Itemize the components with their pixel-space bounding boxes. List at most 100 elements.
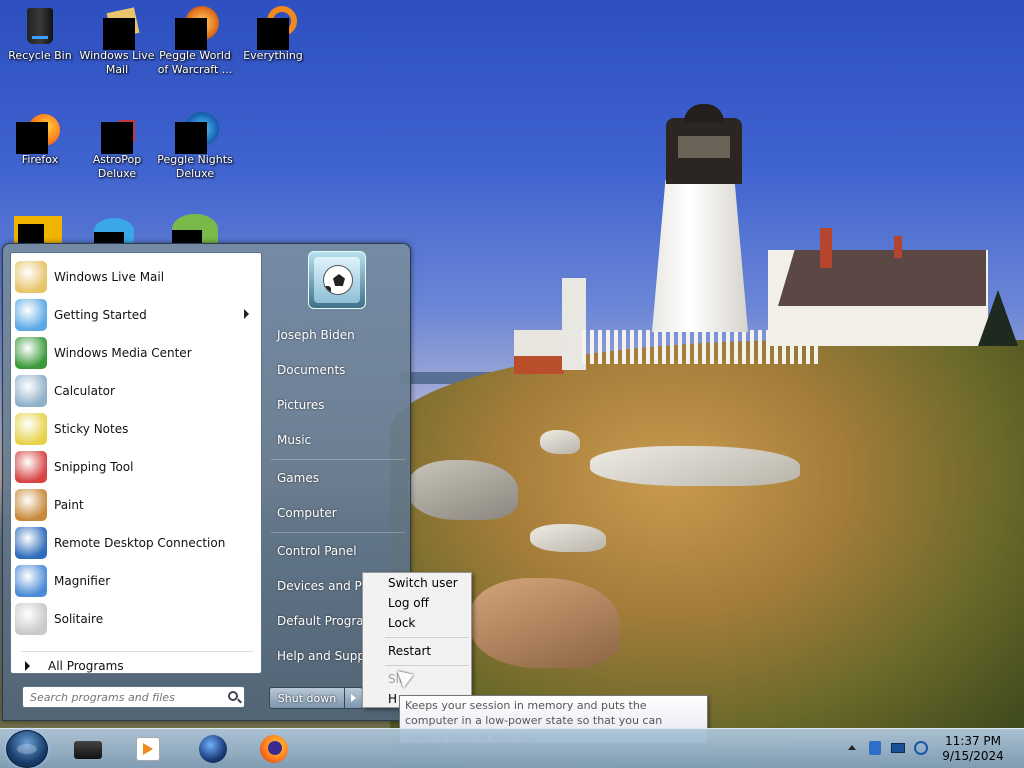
calculator-icon [15, 375, 47, 407]
snipping-tool-icon [15, 451, 47, 483]
program-item-snipping-tool[interactable]: Snipping Tool [13, 449, 259, 485]
shutdown-button[interactable]: Shut down [269, 687, 345, 709]
media-player-icon[interactable] [132, 733, 164, 765]
desktop-icon-partial[interactable] [172, 214, 218, 244]
magnifier-icon [15, 565, 47, 597]
program-label: Solitaire [54, 612, 104, 626]
program-item-sticky-notes[interactable]: Sticky Notes [13, 411, 259, 447]
program-item-remote-desktop-connection[interactable]: Remote Desktop Connection [13, 525, 259, 561]
user-avatar[interactable] [308, 251, 366, 309]
menu-item-switch-user[interactable]: Switch user [388, 573, 458, 593]
program-item-windows-media-center[interactable]: Windows Media Center [13, 335, 259, 371]
link-label: Computer [277, 506, 337, 520]
start-link-pictures[interactable]: Pictures [265, 389, 410, 421]
menu-item-hibernate[interactable]: H [388, 689, 397, 709]
network-icon[interactable] [891, 741, 905, 755]
firefox-icon [16, 110, 60, 154]
start-link-music[interactable]: Music [265, 424, 410, 456]
mail-icon [15, 261, 47, 293]
desktop-icon-label: Windows Live Mail [79, 49, 155, 76]
avatar-frame [314, 257, 360, 303]
show-hidden-icons-arrow[interactable] [845, 741, 859, 755]
desktop-icon-partial[interactable] [94, 218, 134, 244]
start-menu-programs-pane: Windows Live Mail Getting Started Windows … [10, 252, 262, 674]
program-label: Snipping Tool [54, 460, 134, 474]
start-link-documents[interactable]: Documents [265, 354, 410, 386]
desktop-icon-label: Recycle Bin [8, 49, 72, 62]
taskbar-clock[interactable]: 11:37 PM 9/15/2024 [930, 734, 1016, 764]
link-label: Documents [277, 363, 346, 377]
start-link-computer[interactable]: Computer [265, 497, 410, 529]
desktop-icon-label: Firefox [21, 153, 59, 166]
link-label: Pictures [277, 398, 325, 412]
wallpaper-lighthouse-cap [684, 104, 724, 122]
wallpaper-chimney [894, 236, 902, 258]
browser-icon[interactable] [197, 733, 229, 765]
sticky-notes-icon [15, 413, 47, 445]
submenu-arrow-icon [244, 309, 249, 319]
start-menu: Windows Live Mail Getting Started Windows … [2, 243, 411, 721]
menu-item-lock[interactable]: Lock [388, 613, 415, 633]
action-center-icon[interactable] [914, 741, 928, 755]
start-link-control-panel[interactable]: Control Panel [265, 535, 410, 567]
desktop-icon-peggle-wow[interactable]: Peggle World of Warcraft ... [155, 0, 235, 90]
desktop-icon-partial[interactable] [14, 216, 62, 244]
start-menu-separator [21, 651, 253, 652]
start-link-games[interactable]: Games [265, 462, 410, 494]
tray-app-icon[interactable] [868, 741, 882, 755]
wallpaper-rock [470, 578, 620, 668]
program-label: Remote Desktop Connection [54, 536, 226, 550]
windows-live-mail-icon [97, 6, 140, 50]
wallpaper-roof [778, 250, 986, 306]
desktop-icon-everything[interactable]: Everything [233, 0, 313, 90]
search-icon[interactable] [228, 691, 238, 701]
wallpaper-rock [408, 460, 518, 520]
explorer-icon[interactable] [72, 733, 104, 765]
search-input[interactable] [23, 687, 213, 707]
desktop-icon-firefox[interactable]: Firefox [0, 104, 80, 194]
program-label: Windows Media Center [54, 346, 192, 360]
menu-item-log-off[interactable]: Log off [388, 593, 429, 613]
program-item-paint[interactable]: Paint [13, 487, 259, 523]
wallpaper-shed [514, 330, 564, 374]
wallpaper-lighthouse [652, 180, 748, 332]
desktop-icon-recycle-bin[interactable]: Recycle Bin [0, 0, 80, 90]
program-item-windows-live-mail[interactable]: Windows Live Mail [13, 259, 259, 295]
start-orb-button[interactable] [6, 730, 48, 768]
program-item-getting-started[interactable]: Getting Started [13, 297, 259, 333]
clock-time: 11:37 PM [945, 734, 1001, 748]
everything-icon [253, 6, 297, 50]
shutdown-options-arrow[interactable] [344, 687, 363, 709]
desktop-icon-astropop[interactable]: AstroPop Deluxe [77, 104, 157, 194]
firefox-icon[interactable] [258, 733, 290, 765]
program-item-solitaire[interactable]: Solitaire [13, 601, 259, 637]
power-options-menu: Switch user Log off Lock Restart Sle H [362, 572, 472, 708]
all-programs-button[interactable]: All Programs [17, 654, 257, 678]
soccer-ball-icon [323, 265, 353, 295]
desktop-icon-windows-live-mail[interactable]: Windows Live Mail [77, 0, 157, 90]
program-label: Sticky Notes [54, 422, 129, 436]
getting-started-icon [15, 299, 47, 331]
media-center-icon [15, 337, 47, 369]
wallpaper-rock [530, 524, 606, 552]
all-programs-label: All Programs [48, 659, 124, 673]
recycle-bin-icon [20, 6, 60, 46]
taskbar: 11:37 PM 9/15/2024 [0, 728, 1024, 768]
search-box[interactable] [22, 686, 245, 708]
start-right-separator [271, 459, 405, 460]
link-label: Games [277, 471, 319, 485]
desktop-icon-label: AstroPop Deluxe [92, 153, 142, 180]
remote-desktop-icon [15, 527, 47, 559]
paint-icon [15, 489, 47, 521]
start-link-user[interactable]: Joseph Biden [265, 319, 410, 351]
peggle-nights-icon [175, 110, 219, 154]
program-item-calculator[interactable]: Calculator [13, 373, 259, 409]
peggle-wow-icon [175, 6, 219, 50]
astropop-icon [97, 110, 137, 154]
program-item-magnifier[interactable]: Magnifier [13, 563, 259, 599]
triangle-right-icon [25, 661, 30, 671]
user-name-label: Joseph Biden [277, 328, 355, 342]
menu-item-restart[interactable]: Restart [388, 641, 431, 661]
desktop-icon-peggle-nights[interactable]: Peggle Nights Deluxe [155, 104, 235, 194]
link-label: Music [277, 433, 312, 447]
